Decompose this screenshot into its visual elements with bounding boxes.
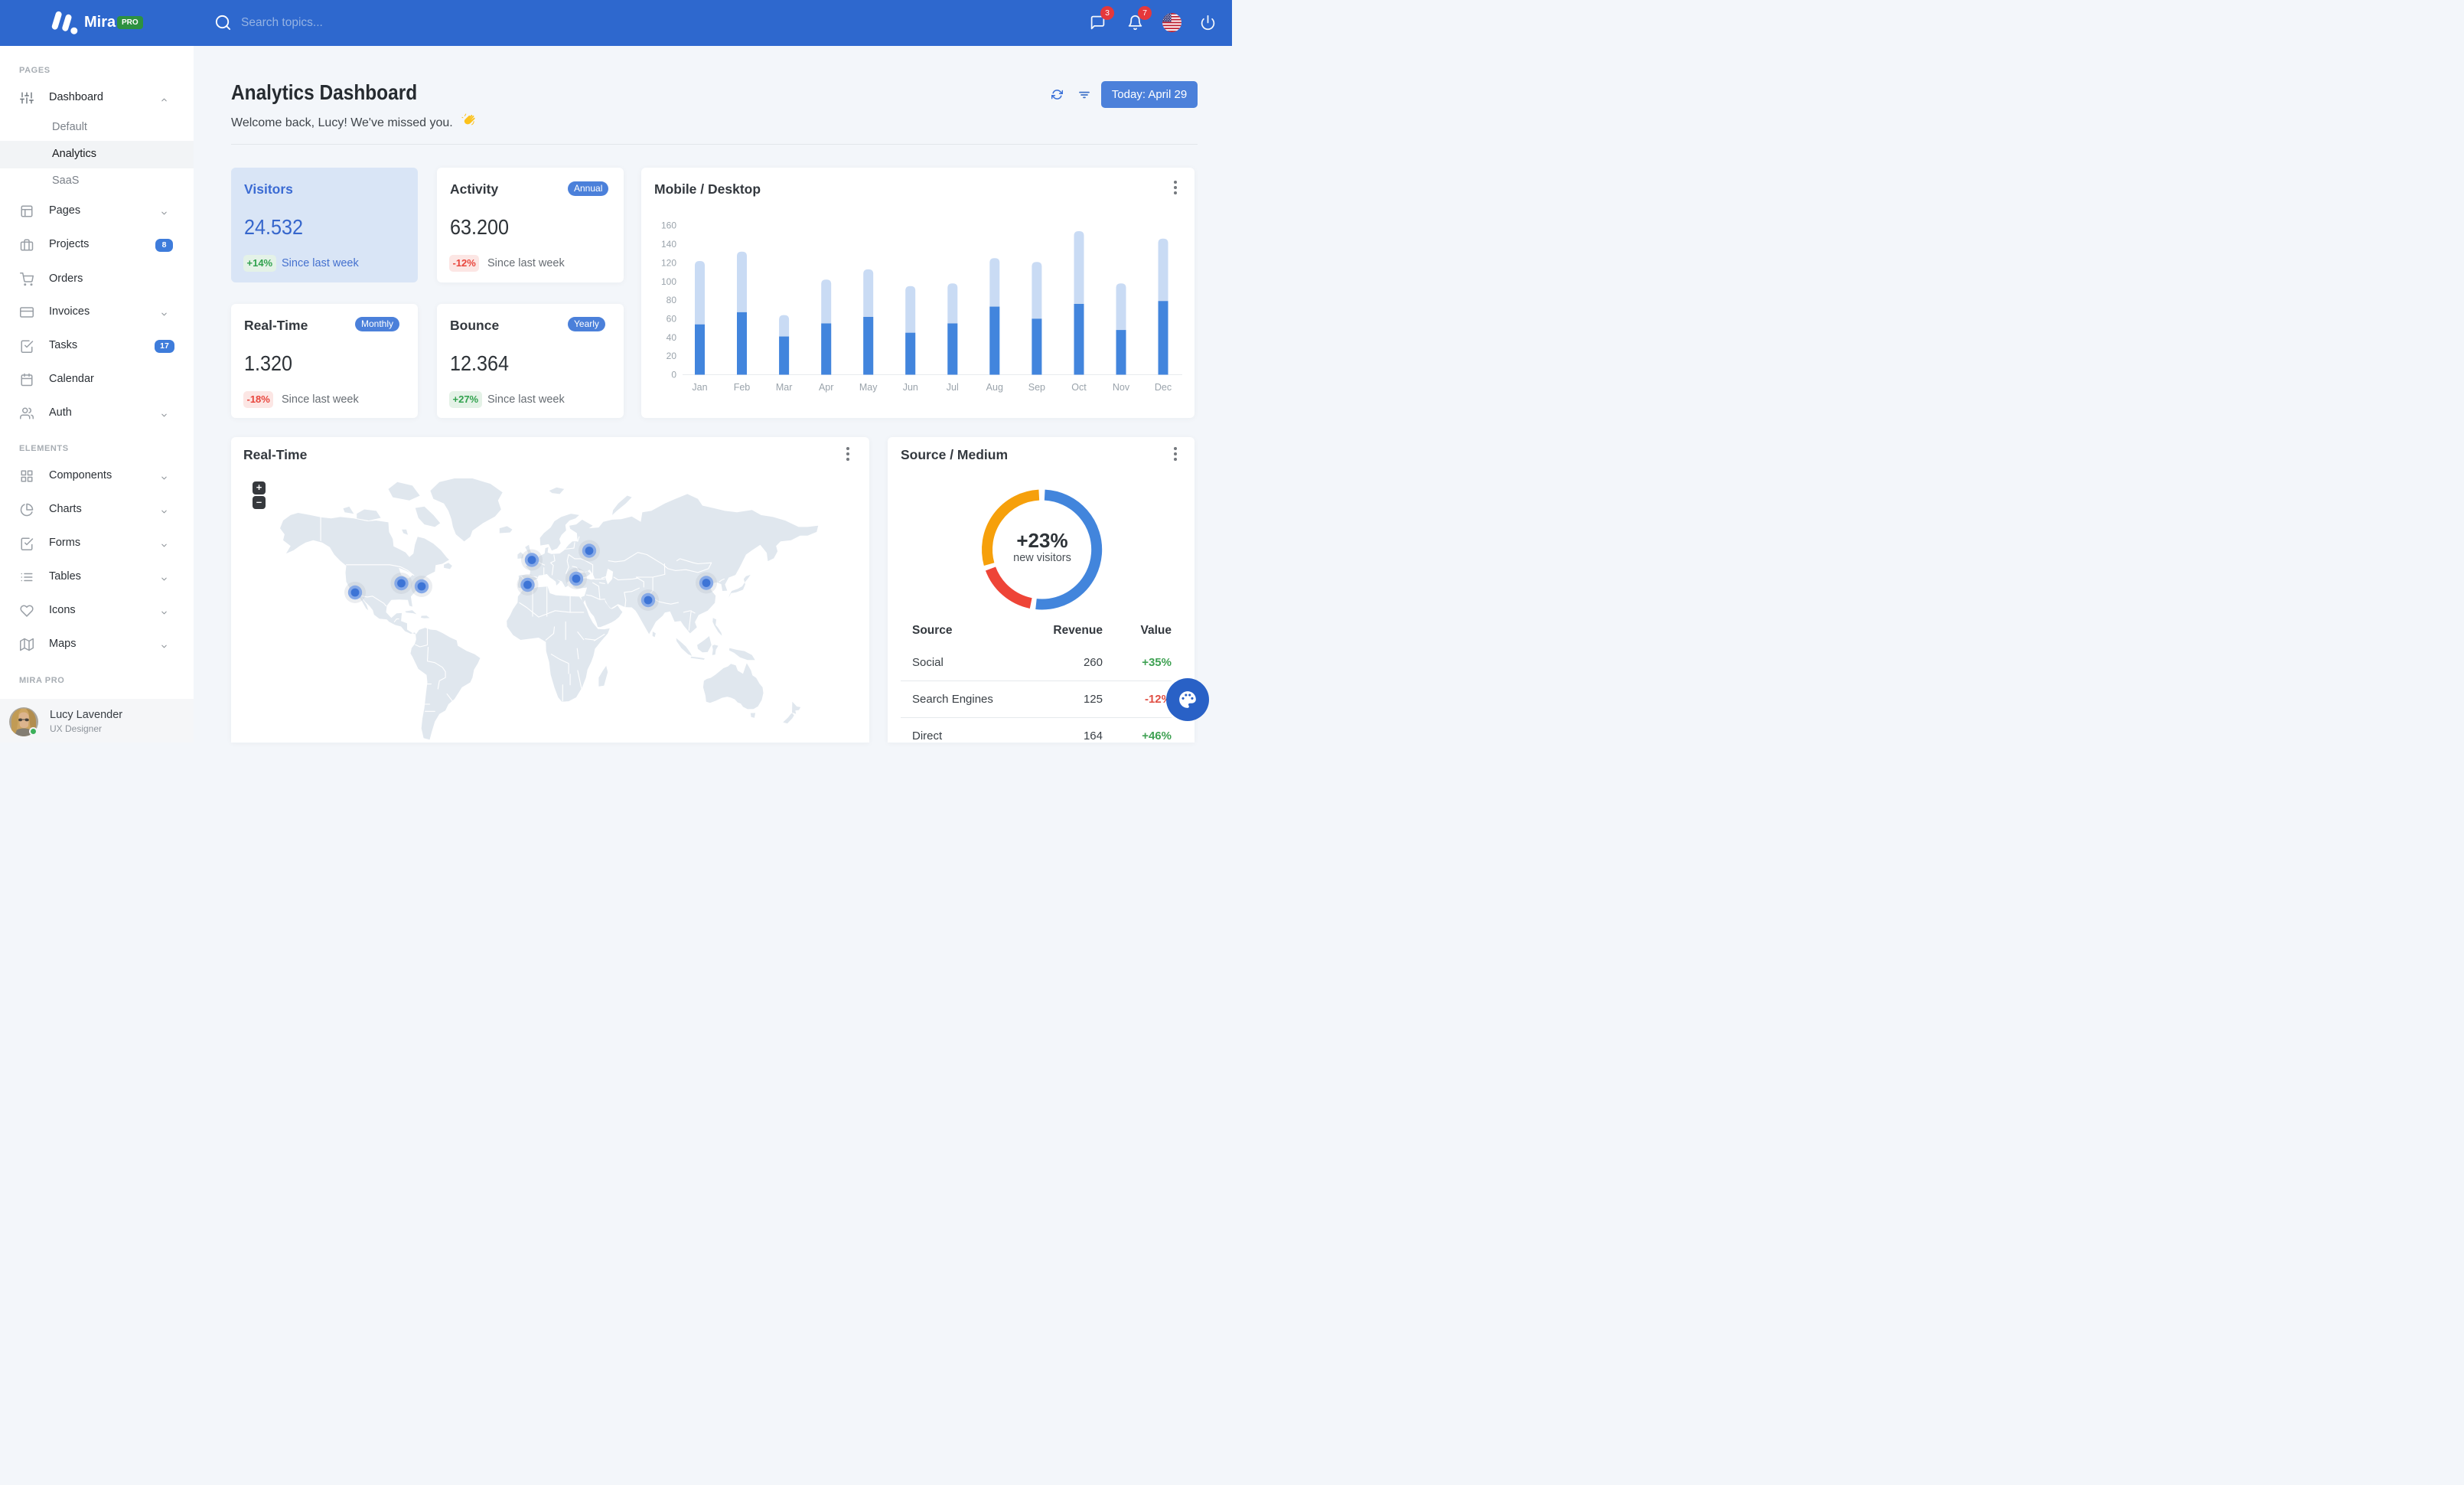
svg-text:Jul: Jul	[947, 382, 959, 393]
svg-text:Jan: Jan	[692, 382, 707, 393]
svg-text:160: 160	[661, 220, 676, 231]
svg-text:120: 120	[661, 257, 676, 268]
svg-text:Dec: Dec	[1155, 382, 1172, 393]
svg-text:May: May	[859, 382, 878, 393]
svg-text:Jun: Jun	[903, 382, 918, 393]
svg-text:Aug: Aug	[986, 382, 1003, 393]
svg-text:Oct: Oct	[1071, 382, 1087, 393]
svg-text:20: 20	[667, 351, 677, 361]
svg-text:140: 140	[661, 239, 676, 250]
svg-text:Apr: Apr	[819, 382, 833, 393]
svg-text:40: 40	[667, 332, 677, 343]
svg-text:Feb: Feb	[734, 382, 751, 393]
svg-text:Sep: Sep	[1028, 382, 1045, 393]
svg-text:100: 100	[661, 276, 676, 287]
svg-text:Nov: Nov	[1113, 382, 1130, 393]
svg-text:0: 0	[671, 370, 676, 380]
svg-text:60: 60	[667, 313, 677, 324]
svg-text:80: 80	[667, 295, 677, 305]
svg-text:Mar: Mar	[776, 382, 793, 393]
